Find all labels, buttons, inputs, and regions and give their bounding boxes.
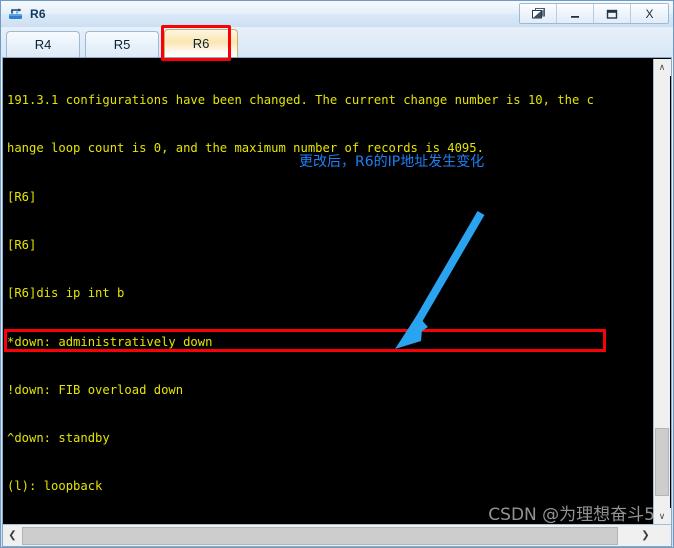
window-title: R6 <box>30 7 46 21</box>
terminal-line: (l): loopback <box>7 479 103 494</box>
terminal-line: *down: administratively down <box>7 334 213 349</box>
window-controls: X <box>519 3 669 24</box>
resize-grip[interactable] <box>655 525 671 546</box>
tab-r6-label: R6 <box>192 36 210 51</box>
terminal-horizontal-scrollbar[interactable]: ❮ ❯ <box>3 524 671 546</box>
terminal-line: [R6]dis ip int b <box>7 286 125 301</box>
terminal-line: [R6] <box>7 189 37 204</box>
scroll-up-button[interactable]: ∧ <box>653 59 671 76</box>
tab-r5[interactable]: R5 <box>85 31 159 57</box>
terminal-frame: 191.3.1 configurations have been changed… <box>2 57 672 547</box>
terminal-vertical-scrollbar[interactable]: ∧ ∨ <box>653 59 671 525</box>
tab-r5-label: R5 <box>113 37 131 52</box>
tab-r4[interactable]: R4 <box>6 31 80 57</box>
vertical-scroll-thumb[interactable] <box>654 428 669 496</box>
annotation-note-text: 更改后，R6的IP地址发生变化 <box>299 154 485 170</box>
close-window-button[interactable]: X <box>631 4 668 23</box>
scroll-left-button[interactable]: ❮ <box>3 525 22 546</box>
tab-r6[interactable]: R6 <box>164 29 238 57</box>
horizontal-scroll-thumb[interactable] <box>22 526 618 545</box>
maximize-window-button[interactable] <box>594 4 631 23</box>
restore-window-button[interactable] <box>520 4 557 23</box>
scroll-right-button[interactable]: ❯ <box>636 525 655 546</box>
terminal-line: ^down: standby <box>7 431 110 446</box>
terminal-output[interactable]: 191.3.1 configurations have been changed… <box>3 58 647 524</box>
window-titlebar: R6 X <box>1 1 673 27</box>
terminal-line: !down: FIB overload down <box>7 382 184 397</box>
minimize-window-button[interactable] <box>557 4 594 23</box>
scroll-down-button[interactable]: ∨ <box>653 508 671 525</box>
tab-r4-label: R4 <box>34 37 52 52</box>
router-device-icon <box>7 5 25 23</box>
vertical-scroll-track[interactable] <box>654 76 671 508</box>
terminal-line: [R6] <box>7 238 37 253</box>
terminal-line: 191.3.1 configurations have been changed… <box>7 93 594 108</box>
device-tab-strip: R4 R5 R6 <box>1 27 673 57</box>
emulator-window: R6 X R4 R5 R6 191.3.1 configurations hav… <box>0 0 674 548</box>
horizontal-scroll-track[interactable] <box>22 526 636 546</box>
